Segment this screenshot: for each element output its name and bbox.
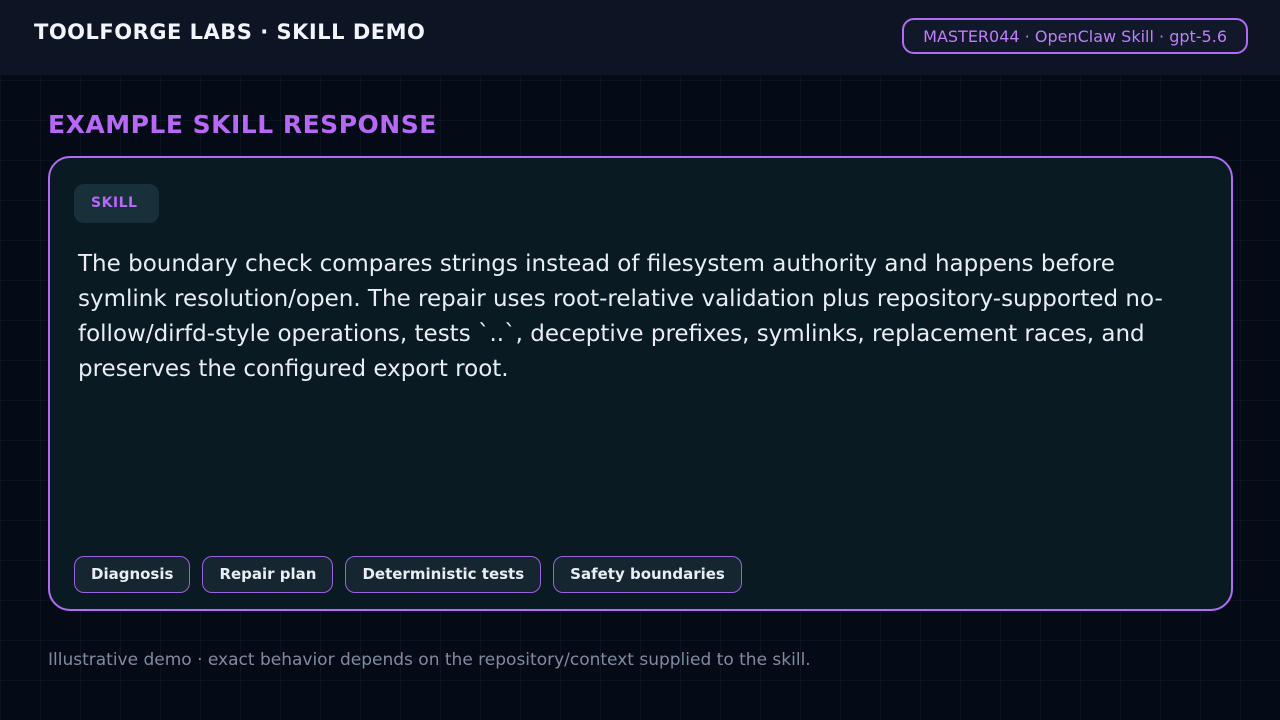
skill-response-text: The boundary check compares strings inst… bbox=[78, 251, 1163, 382]
section-title: EXAMPLE SKILL RESPONSE bbox=[48, 110, 437, 139]
model-info-pill: MASTER044 · OpenClaw Skill · gpt-5.6 bbox=[902, 18, 1248, 54]
chip-repair-plan: Repair plan bbox=[202, 556, 334, 593]
footnote: Illustrative demo · exact behavior depen… bbox=[48, 650, 811, 670]
chip-safety-boundaries: Safety boundaries bbox=[553, 556, 742, 593]
capability-chips: Diagnosis Repair plan Deterministic test… bbox=[74, 556, 742, 593]
top-bar: TOOLFORGE LABS · SKILL DEMO MASTER044 · … bbox=[0, 0, 1280, 75]
chip-diagnosis: Diagnosis bbox=[74, 556, 191, 593]
brand-title: TOOLFORGE LABS · SKILL DEMO bbox=[34, 20, 426, 44]
chip-deterministic-tests: Deterministic tests bbox=[345, 556, 542, 593]
skill-response-card: SKILL The boundary check compares string… bbox=[48, 156, 1233, 611]
skill-badge: SKILL bbox=[74, 184, 159, 223]
